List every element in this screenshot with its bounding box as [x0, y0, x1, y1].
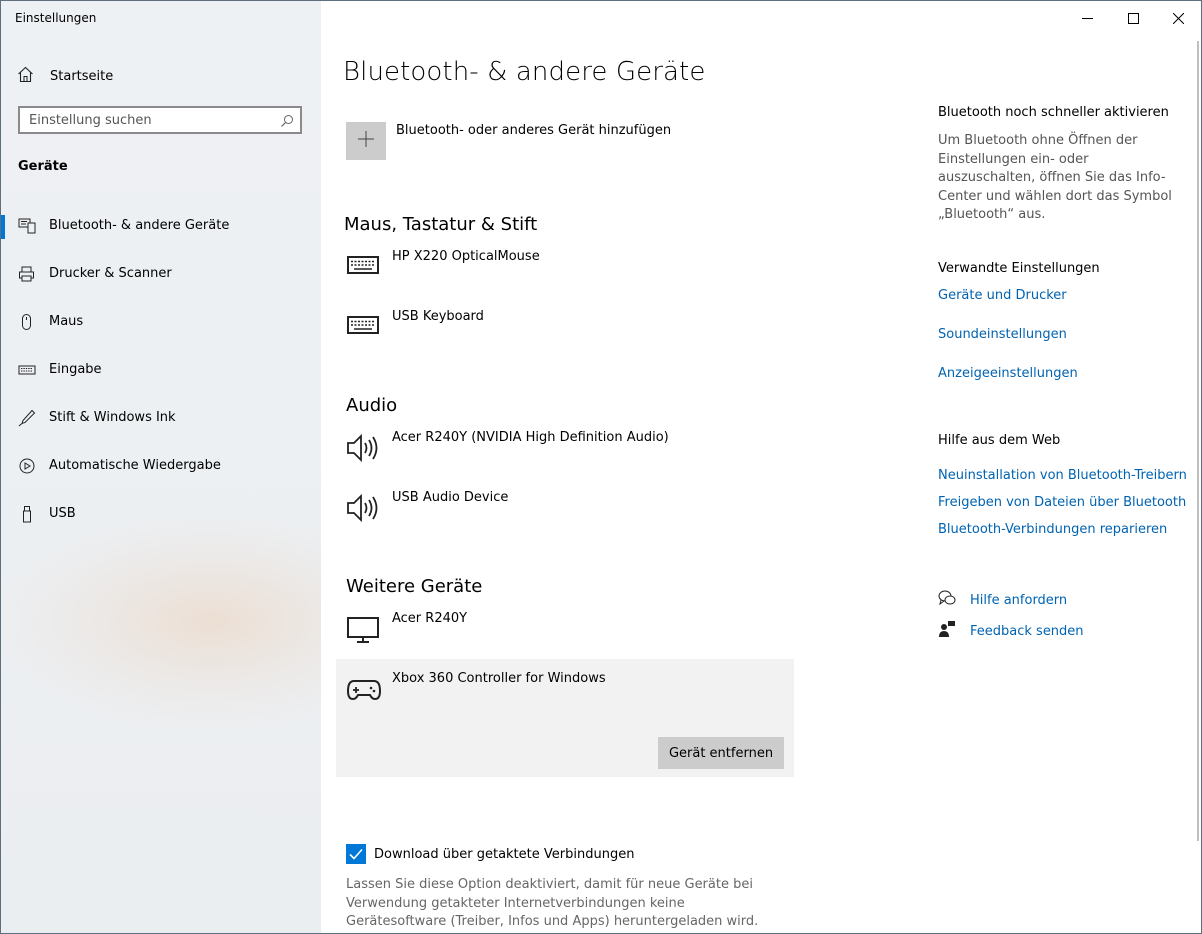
quick-title: Bluetooth noch schneller aktivieren: [938, 105, 1169, 120]
nav-item-printers[interactable]: Drucker & Scanner: [1, 251, 321, 299]
device-name: USB Keyboard: [392, 309, 484, 324]
related-title: Verwandte Einstellungen: [938, 261, 1100, 276]
remove-device-button[interactable]: Gerät entfernen: [658, 737, 784, 769]
link-display-settings[interactable]: Anzeigeeinstellungen: [938, 366, 1078, 381]
nav-item-label: Bluetooth- & andere Geräte: [49, 218, 230, 233]
keyboard-icon: [18, 361, 36, 379]
section-title-audio: Audio: [346, 395, 398, 416]
add-device-button[interactable]: [346, 122, 386, 160]
sidebar: Einstellungen Startseite Geräte Bluetoot…: [1, 1, 321, 933]
nav-item-autoplay[interactable]: Automatische Wiedergabe: [1, 443, 321, 491]
monitor-icon: [346, 611, 382, 647]
nav-item-label: Maus: [49, 314, 84, 329]
nav-item-label: USB: [49, 506, 76, 521]
search-icon[interactable]: [280, 113, 294, 132]
checkmark-icon: [349, 848, 363, 860]
checkbox-checked[interactable]: [346, 844, 366, 864]
settings-window: Einstellungen Startseite Geräte Bluetoot…: [0, 0, 1202, 934]
group-title: Geräte: [18, 159, 68, 174]
send-feedback-label: Feedback senden: [970, 623, 1084, 639]
window-title: Einstellungen: [15, 11, 97, 25]
autoplay-icon: [18, 457, 36, 475]
maximize-button[interactable]: [1110, 1, 1156, 35]
close-icon: [1172, 9, 1184, 28]
device-item[interactable]: Acer R240Y: [346, 611, 796, 661]
device-name: Acer R240Y: [392, 611, 468, 626]
metered-description: Lassen Sie diese Option deaktiviert, dam…: [346, 877, 759, 933]
minimize-icon: [1081, 9, 1093, 28]
link-share-files-bluetooth[interactable]: Freigeben von Dateien über Bluetooth: [938, 495, 1186, 510]
device-name: USB Audio Device: [392, 490, 509, 505]
nav-item-bluetooth[interactable]: Bluetooth- & andere Geräte: [1, 203, 321, 251]
feedback-person-icon: [938, 620, 956, 642]
usb-icon: [18, 505, 36, 523]
home-icon: [17, 66, 34, 87]
close-button[interactable]: [1155, 1, 1201, 35]
pen-icon: [18, 409, 36, 427]
nav-item-pen[interactable]: Stift & Windows Ink: [1, 395, 321, 443]
get-help-link[interactable]: Hilfe anfordern: [938, 589, 1067, 611]
search-input[interactable]: [20, 108, 269, 132]
device-name: Xbox 360 Controller for Windows: [392, 671, 606, 686]
chat-help-icon: [938, 589, 956, 611]
speaker-icon: [346, 490, 382, 526]
page-title: Bluetooth- & andere Geräte: [343, 57, 706, 87]
keyboard-icon: [346, 249, 382, 285]
printer-icon: [18, 265, 36, 283]
device-name: Acer R240Y (NVIDIA High Definition Audio…: [392, 430, 669, 445]
gamepad-icon: [346, 675, 382, 707]
device-item[interactable]: USB Audio Device: [346, 490, 796, 540]
device-item[interactable]: Acer R240Y (NVIDIA High Definition Audio…: [346, 430, 796, 480]
search-box[interactable]: [18, 106, 302, 134]
checkbox-label: Download über getaktete Verbindungen: [374, 846, 635, 862]
maximize-icon: [1127, 9, 1139, 28]
minimize-button[interactable]: [1064, 1, 1110, 35]
link-reinstall-bluetooth-drivers[interactable]: Neuinstallation von Bluetooth-Treibern: [938, 468, 1187, 483]
quick-text: Um Bluetooth ohne Öffnen der Einstellung…: [938, 133, 1172, 222]
nav-item-usb[interactable]: USB: [1, 491, 321, 539]
keyboard-icon: [346, 309, 382, 345]
speaker-icon: [346, 430, 382, 466]
nav-item-label: Automatische Wiedergabe: [49, 458, 221, 473]
section-title-input: Maus, Tastatur & Stift: [344, 214, 538, 235]
nav-item-label: Eingabe: [49, 362, 102, 377]
link-repair-bluetooth[interactable]: Bluetooth-Verbindungen reparieren: [938, 522, 1167, 537]
home-label: Startseite: [50, 68, 114, 84]
get-help-label: Hilfe anfordern: [970, 592, 1068, 608]
nav-item-label: Drucker & Scanner: [49, 266, 172, 281]
nav-item-label: Stift & Windows Ink: [49, 410, 176, 425]
send-feedback-link[interactable]: Feedback senden: [938, 620, 1084, 642]
plus-icon: [357, 130, 375, 152]
add-device-label[interactable]: Bluetooth- oder anderes Gerät hinzufügen: [396, 123, 671, 138]
web-help-title: Hilfe aus dem Web: [938, 433, 1061, 448]
link-sound-settings[interactable]: Soundeinstellungen: [938, 327, 1067, 342]
section-title-other: Weitere Geräte: [346, 576, 483, 597]
nav-item-mouse[interactable]: Maus: [1, 299, 321, 347]
metered-download-checkbox[interactable]: Download über getaktete Verbindungen: [346, 844, 634, 864]
link-devices-printers[interactable]: Geräte und Drucker: [938, 288, 1067, 303]
mouse-icon: [18, 313, 36, 331]
nav-list: Bluetooth- & andere Geräte Drucker & Sca…: [1, 203, 321, 539]
nav-item-input[interactable]: Eingabe: [1, 347, 321, 395]
device-item-selected[interactable]: Xbox 360 Controller for Windows Gerät en…: [336, 659, 794, 777]
device-item[interactable]: HP X220 OpticalMouse: [346, 249, 796, 299]
nav-home[interactable]: Startseite: [17, 65, 113, 87]
active-indicator: [1, 215, 5, 239]
device-name: HP X220 OpticalMouse: [392, 249, 540, 264]
scrollbar[interactable]: [1197, 41, 1199, 841]
device-item[interactable]: USB Keyboard: [346, 309, 796, 359]
bluetooth-devices-icon: [18, 217, 36, 235]
